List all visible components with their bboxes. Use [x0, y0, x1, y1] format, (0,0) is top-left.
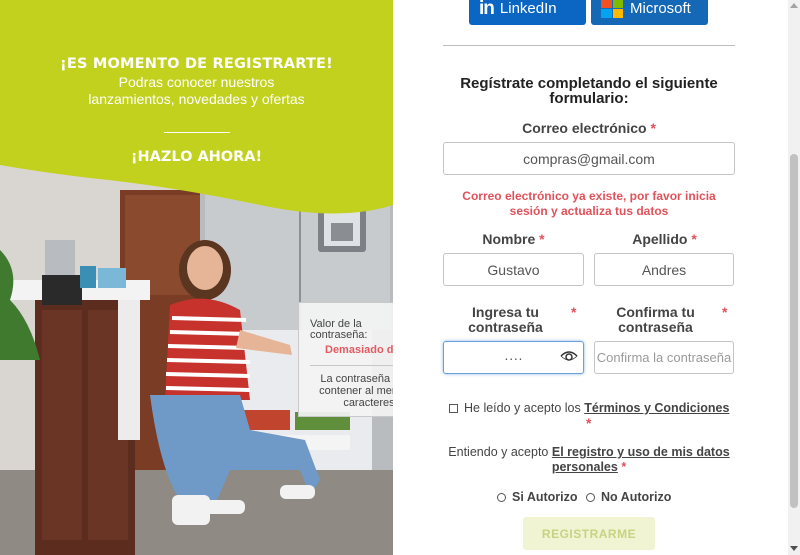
- terms-text: He leído y acepto los: [464, 401, 581, 415]
- microsoft-icon: [601, 0, 623, 18]
- radio-no-circle[interactable]: [586, 492, 595, 502]
- radio-no-autorizo[interactable]: No Autorizo: [586, 490, 671, 504]
- email-label-text: Correo electrónico: [522, 120, 647, 136]
- confirm-password-required-mark: *: [722, 304, 728, 320]
- email-required-mark: *: [650, 120, 656, 136]
- linkedin-icon: in: [479, 0, 495, 19]
- last-name-label-text: Apellido: [632, 231, 688, 247]
- radio-si-autorizo[interactable]: Si Autorizo: [497, 490, 578, 504]
- register-button[interactable]: REGISTRARME: [523, 517, 655, 550]
- confirm-password-label: Confirma tu contraseña: [616, 304, 695, 335]
- radio-si-label: Si Autorizo: [512, 490, 578, 504]
- terms-checkbox[interactable]: [449, 403, 458, 413]
- registration-page: Mabe: [0, 0, 800, 555]
- radio-si-circle[interactable]: [497, 492, 506, 502]
- microsoft-button-label: Microsoft: [630, 0, 691, 17]
- password-label: Ingresa tu contraseña: [468, 304, 543, 335]
- radio-no-label: No Autorizo: [601, 490, 672, 504]
- consent-link[interactable]: El registro y uso de mis datos personale…: [552, 445, 730, 474]
- promo-panel: Mabe: [0, 0, 393, 555]
- linkedin-button-label: LinkedIn: [499, 0, 557, 17]
- email-input[interactable]: [443, 142, 735, 175]
- microsoft-login-button[interactable]: Microsoft: [591, 0, 708, 25]
- promo-cta: ¡HAZLO AHORA!: [130, 149, 263, 165]
- promo-divider: [163, 132, 230, 133]
- promo-text-block: ¡ES MOMENTO DE REGISTRARTE! Podras conoc…: [0, 56, 393, 165]
- terms-required-mark: *: [586, 415, 592, 431]
- consent-required-mark: *: [621, 460, 627, 474]
- registration-form: in LinkedIn Microsoft Regístrate complet…: [393, 0, 788, 555]
- confirm-password-input[interactable]: [594, 341, 734, 374]
- terms-link[interactable]: Términos y Condiciones: [584, 401, 729, 415]
- first-name-required-mark: *: [539, 231, 545, 247]
- form-title: Regístrate completando el siguiente form…: [460, 75, 718, 107]
- first-name-input[interactable]: [443, 253, 584, 286]
- first-name-label: Nombre *: [443, 232, 584, 247]
- scroll-down-arrow-icon[interactable]: [790, 546, 798, 551]
- password-required-mark: *: [571, 304, 577, 320]
- scroll-up-arrow-icon[interactable]: [790, 3, 798, 8]
- social-divider: [443, 45, 735, 46]
- eye-icon[interactable]: [560, 349, 578, 363]
- scrollbar-thumb[interactable]: [790, 154, 798, 508]
- consent-text: Entiendo y acepto: [448, 445, 549, 459]
- email-label: Correo electrónico *: [443, 121, 735, 136]
- page-scrollbar[interactable]: [788, 0, 800, 555]
- first-name-label-text: Nombre: [482, 231, 536, 247]
- last-name-input[interactable]: [594, 253, 734, 286]
- consent-text-block: Entiendo y acepto El registro y uso de m…: [443, 445, 735, 475]
- terms-row: He leído y acepto los Términos y Condici…: [449, 401, 729, 415]
- linkedin-login-button[interactable]: in LinkedIn: [469, 0, 586, 25]
- last-name-label: Apellido *: [594, 232, 735, 247]
- last-name-required-mark: *: [691, 231, 697, 247]
- promo-subtitle-line-1: Podras conocer nuestros: [118, 74, 275, 90]
- promo-headline: ¡ES MOMENTO DE REGISTRARTE!: [60, 56, 333, 72]
- email-error-message: Correo electrónico ya existe, por favor …: [462, 189, 716, 218]
- promo-subtitle-line-2: lanzamientos, novedades y ofertas: [88, 91, 305, 107]
